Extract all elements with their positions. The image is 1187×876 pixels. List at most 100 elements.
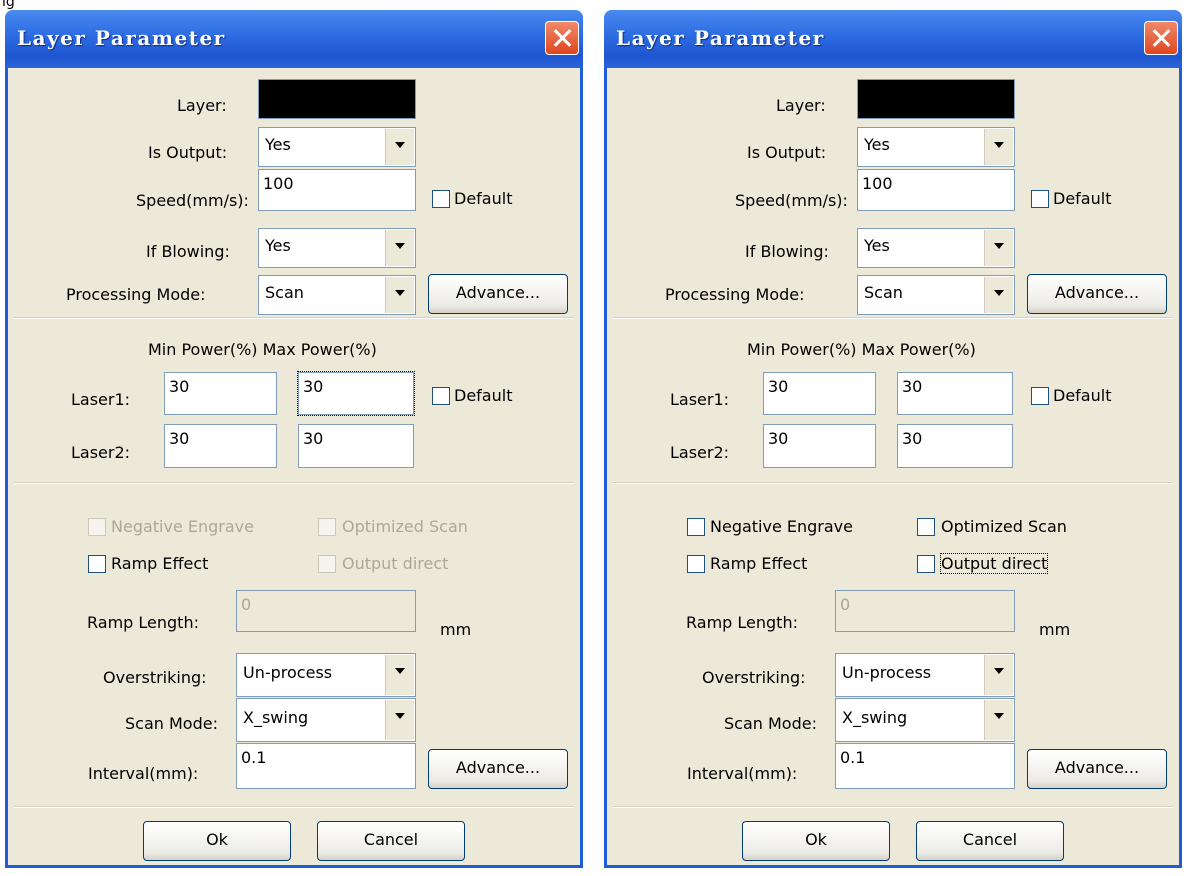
ok-button[interactable]: Ok — [143, 821, 291, 861]
power-default-checkbox[interactable] — [432, 387, 450, 405]
output-direct-checkbox[interactable] — [917, 555, 935, 573]
blowing-value: Yes — [265, 236, 291, 255]
chevron-down-icon[interactable] — [385, 277, 414, 313]
power-default-label: Default — [454, 386, 513, 405]
ramp-effect-checkbox[interactable] — [88, 555, 106, 573]
is-output-label: Is Output: — [148, 143, 228, 162]
separator — [14, 806, 574, 808]
optimized-scan-checkbox[interactable] — [917, 518, 935, 536]
close-icon[interactable] — [545, 21, 579, 55]
figure-caption: ig — [2, 0, 15, 10]
output-direct-checkbox[interactable] — [318, 555, 336, 573]
blowing-label: If Blowing: — [146, 242, 230, 261]
speed-default-checkbox[interactable] — [432, 190, 450, 208]
overstriking-select[interactable]: Un-process — [236, 653, 416, 697]
power-header: Min Power(%) Max Power(%) — [148, 340, 377, 359]
chevron-down-icon[interactable] — [984, 277, 1013, 313]
blowing-label: If Blowing: — [745, 242, 829, 261]
ramp-length-input[interactable]: 0 — [236, 590, 416, 632]
chevron-down-icon[interactable] — [984, 129, 1013, 165]
optimized-scan-label: Optimized Scan — [342, 517, 468, 536]
speed-default-label: Default — [454, 189, 513, 208]
chevron-down-icon[interactable] — [385, 700, 414, 740]
output-direct-label: Output direct — [342, 554, 449, 573]
separator — [613, 317, 1173, 319]
chevron-down-icon[interactable] — [385, 129, 414, 165]
ok-button[interactable]: Ok — [742, 821, 890, 861]
chevron-down-icon[interactable] — [984, 700, 1013, 740]
chevron-down-icon[interactable] — [385, 230, 414, 266]
overstriking-value: Un-process — [243, 663, 333, 682]
speed-label: Speed(mm/s): — [136, 191, 249, 210]
close-icon[interactable] — [1144, 21, 1178, 55]
interval-label: Interval(mm): — [88, 764, 199, 783]
overstriking-label: Overstriking: — [702, 668, 806, 687]
advance-button-processing[interactable]: Advance... — [428, 274, 568, 314]
layer-parameter-dialog-right: Layer Parameter Layer: Is Output: Yes Sp… — [604, 10, 1182, 868]
laser2-label: Laser2: — [71, 443, 131, 462]
blowing-select[interactable]: Yes — [857, 228, 1015, 268]
optimized-scan-checkbox[interactable] — [318, 518, 336, 536]
power-default-label: Default — [1053, 386, 1112, 405]
scan-mode-label: Scan Mode: — [724, 714, 817, 733]
is-output-select[interactable]: Yes — [857, 127, 1015, 167]
negative-engrave-checkbox[interactable] — [687, 518, 705, 536]
speed-input[interactable]: 100 — [857, 169, 1015, 211]
power-header: Min Power(%) Max Power(%) — [747, 340, 976, 359]
separator — [14, 482, 574, 484]
laser2-min-input[interactable]: 30 — [763, 424, 876, 468]
laser2-max-input[interactable]: 30 — [897, 424, 1013, 468]
chevron-down-icon[interactable] — [385, 655, 414, 695]
laser1-min-input[interactable]: 30 — [763, 372, 876, 415]
chevron-down-icon[interactable] — [984, 230, 1013, 266]
ramp-length-input[interactable]: 0 — [835, 590, 1015, 632]
advance-button-processing[interactable]: Advance... — [1027, 274, 1167, 314]
negative-engrave-checkbox[interactable] — [88, 518, 106, 536]
laser1-max-input[interactable]: 30 — [897, 372, 1013, 415]
laser2-max-input[interactable]: 30 — [298, 424, 414, 468]
processing-mode-value: Scan — [265, 283, 304, 302]
ramp-effect-checkbox[interactable] — [687, 555, 705, 573]
cancel-button[interactable]: Cancel — [916, 821, 1064, 861]
advance-button-interval[interactable]: Advance... — [1027, 749, 1167, 789]
laser2-min-input[interactable]: 30 — [164, 424, 277, 468]
is-output-label: Is Output: — [747, 143, 827, 162]
output-direct-label: Output direct — [939, 553, 1049, 574]
title-bar[interactable]: Layer Parameter — [604, 10, 1182, 68]
layer-color-swatch[interactable] — [857, 79, 1015, 119]
interval-input[interactable]: 0.1 — [236, 743, 416, 789]
cancel-button[interactable]: Cancel — [317, 821, 465, 861]
scan-mode-select[interactable]: X_swing — [236, 698, 416, 742]
speed-input[interactable]: 100 — [258, 169, 416, 211]
processing-mode-select[interactable]: Scan — [258, 275, 416, 315]
scan-mode-select[interactable]: X_swing — [835, 698, 1015, 742]
processing-mode-label: Processing Mode: — [665, 285, 805, 304]
layer-parameter-dialog-left: Layer Parameter Layer: Is Output: Yes Sp… — [5, 10, 583, 868]
laser1-max-input[interactable]: 30 — [297, 371, 415, 416]
speed-default-checkbox[interactable] — [1031, 190, 1049, 208]
separator — [14, 317, 574, 319]
processing-mode-select[interactable]: Scan — [857, 275, 1015, 315]
processing-mode-label: Processing Mode: — [66, 285, 206, 304]
speed-label: Speed(mm/s): — [735, 191, 848, 210]
layer-color-swatch[interactable] — [258, 79, 416, 119]
ramp-length-label: Ramp Length: — [87, 613, 199, 632]
mm-unit-label: mm — [1039, 620, 1071, 639]
is-output-select[interactable]: Yes — [258, 127, 416, 167]
speed-default-label: Default — [1053, 189, 1112, 208]
blowing-value: Yes — [864, 236, 890, 255]
layer-label: Layer: — [177, 96, 227, 115]
laser1-min-input[interactable]: 30 — [164, 372, 277, 415]
interval-input[interactable]: 0.1 — [835, 743, 1015, 789]
advance-button-interval[interactable]: Advance... — [428, 749, 568, 789]
processing-mode-value: Scan — [864, 283, 903, 302]
chevron-down-icon[interactable] — [984, 655, 1013, 695]
interval-label: Interval(mm): — [687, 764, 798, 783]
ramp-effect-label: Ramp Effect — [111, 554, 209, 573]
overstriking-value: Un-process — [842, 663, 932, 682]
blowing-select[interactable]: Yes — [258, 228, 416, 268]
power-default-checkbox[interactable] — [1031, 387, 1049, 405]
title-bar[interactable]: Layer Parameter — [5, 10, 583, 68]
negative-engrave-label: Negative Engrave — [111, 517, 254, 536]
overstriking-select[interactable]: Un-process — [835, 653, 1015, 697]
